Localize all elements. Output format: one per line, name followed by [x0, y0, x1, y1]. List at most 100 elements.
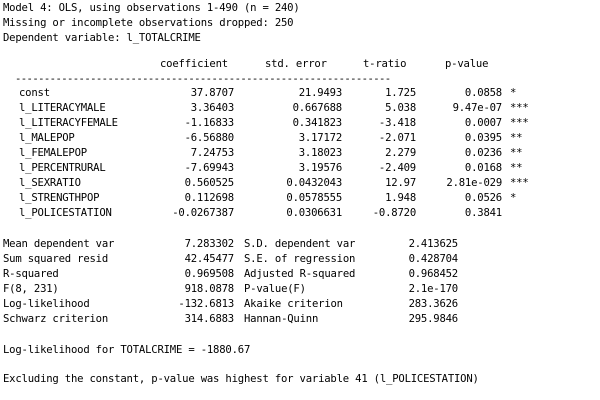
- column-header-std-error: std. error: [265, 58, 327, 70]
- stat-label: Adjusted R-squared: [244, 268, 356, 280]
- coefficient-row: l_PERCENTRURAL -7.69943 3.19576 -2.409 0.016…: [0, 161, 600, 176]
- coefficient: 3.36403: [190, 102, 234, 114]
- stat-label: F(8, 231): [3, 283, 59, 295]
- stat-label: R-squared: [3, 268, 59, 280]
- stat-value: 314.6883: [184, 313, 235, 325]
- stat-value: 7.283302: [184, 238, 235, 250]
- coefficient-row: l_STRENGTHPOP 0.112698 0.0578555 1.948 0.052…: [0, 191, 600, 206]
- stat-label: Hannan-Quinn: [244, 313, 319, 325]
- stat-label: Sum squared resid: [3, 253, 109, 265]
- std-error: 21.9493: [298, 87, 342, 99]
- p-value: 9.47e-07: [452, 102, 503, 114]
- coefficient-row: l_SEXRATIO 0.560525 0.0432043 12.97 2.81e-02…: [0, 176, 600, 191]
- coefficient-row: l_POLICESTATION -0.0267387 0.0306631 -0.872…: [0, 206, 600, 221]
- coefficient: -1.16833: [184, 117, 235, 129]
- dependent-variable-label: Dependent variable: l_TOTALCRIME: [3, 32, 201, 44]
- coefficient: -6.56880: [184, 132, 235, 144]
- column-header-p-value: p-value: [445, 58, 489, 70]
- variable-name: l_LITERACYMALE: [19, 102, 106, 114]
- stat-label: Mean dependent var: [3, 238, 115, 250]
- std-error: 0.0306631: [286, 207, 342, 219]
- column-headers: coefficient std. error t-ratio p-value: [0, 57, 600, 72]
- t-ratio: 1.725: [385, 87, 416, 99]
- t-ratio: -2.409: [378, 162, 416, 174]
- coefficient: 7.24753: [190, 147, 234, 159]
- t-ratio: 12.97: [385, 177, 416, 189]
- stat-value: 918.0878: [184, 283, 235, 295]
- stat-value: 0.969508: [184, 268, 235, 280]
- stat-label: Akaike criterion: [244, 298, 343, 310]
- t-ratio: 5.038: [385, 102, 416, 114]
- p-value: 0.0395: [464, 132, 502, 144]
- excluding-constant-note: Excluding the constant, p-value was high…: [3, 373, 479, 385]
- stat-value: 283.3626: [408, 298, 459, 310]
- significance: ***: [510, 102, 529, 114]
- significance: ***: [510, 177, 529, 189]
- statistic-row: R-squared 0.969508 Adjusted R-squared 0.968…: [0, 267, 600, 282]
- coefficient: 37.8707: [190, 87, 234, 99]
- missing-observations-note: Missing or incomplete observations dropp…: [3, 17, 294, 29]
- coefficient-row: const 37.8707 21.9493 1.725 0.0858 *: [0, 86, 600, 101]
- variable-name: l_FEMALEPOP: [19, 147, 87, 159]
- column-header-t-ratio: t-ratio: [363, 58, 407, 70]
- t-ratio: -3.418: [378, 117, 416, 129]
- significance: **: [510, 147, 523, 159]
- stat-value: 295.9846: [408, 313, 459, 325]
- coefficient-row: l_FEMALEPOP 7.24753 3.18023 2.279 0.0236 **: [0, 146, 600, 161]
- coefficient-row: l_LITERACYMALE 3.36403 0.667688 5.038 9.47e-…: [0, 101, 600, 116]
- stat-value: 42.45477: [184, 253, 235, 265]
- stat-value: -132.6813: [178, 298, 234, 310]
- std-error: 3.17172: [298, 132, 342, 144]
- significance: *: [510, 192, 517, 204]
- stat-value: 0.968452: [408, 268, 459, 280]
- std-error: 0.667688: [292, 102, 343, 114]
- stat-value: 2.1e-170: [408, 283, 459, 295]
- p-value: 0.0526: [464, 192, 502, 204]
- stat-label: Log-likelihood: [3, 298, 90, 310]
- stat-label: P-value(F): [244, 283, 306, 295]
- statistic-row: Mean dependent var 7.283302 S.D. dependent…: [0, 237, 600, 252]
- column-header-coefficient: coefficient: [160, 58, 228, 70]
- std-error: 0.341823: [292, 117, 343, 129]
- std-error: 3.19576: [298, 162, 342, 174]
- statistic-row: F(8, 231) 918.0878 P-value(F) 2.1e-170: [0, 282, 600, 297]
- statistic-row: Schwarz criterion 314.6883 Hannan-Quinn 295…: [0, 312, 600, 327]
- std-error: 0.0432043: [286, 177, 342, 189]
- loglik-total-line: Log-likelihood for TOTALCRIME = -1880.67: [3, 344, 251, 356]
- std-error: 0.0578555: [286, 192, 342, 204]
- p-value: 0.0168: [464, 162, 502, 174]
- variable-name: l_PERCENTRURAL: [19, 162, 106, 174]
- t-ratio: 1.948: [385, 192, 416, 204]
- t-ratio: 2.279: [385, 147, 416, 159]
- variable-name: l_SEXRATIO: [19, 177, 81, 189]
- p-value: 0.3841: [464, 207, 502, 219]
- variable-name: const: [19, 87, 50, 99]
- t-ratio: -0.8720: [372, 207, 416, 219]
- variable-name: l_MALEPOP: [19, 132, 75, 144]
- stat-value: 2.413625: [408, 238, 459, 250]
- std-error: 3.18023: [298, 147, 342, 159]
- coefficient-row: l_LITERACYFEMALE -1.16833 0.341823 -3.418 0.…: [0, 116, 600, 131]
- significance: **: [510, 162, 523, 174]
- significance: *: [510, 87, 517, 99]
- stat-label: S.E. of regression: [244, 253, 356, 265]
- coefficient-row: l_MALEPOP -6.56880 3.17172 -2.071 0.0395 **: [0, 131, 600, 146]
- stat-label: S.D. dependent var: [244, 238, 356, 250]
- stat-label: Schwarz criterion: [3, 313, 109, 325]
- statistic-row: Log-likelihood -132.6813 Akaike criterion 2…: [0, 297, 600, 312]
- variable-name: l_POLICESTATION: [19, 207, 112, 219]
- table-separator: ----------------------------------------…: [15, 73, 391, 85]
- t-ratio: -2.071: [378, 132, 416, 144]
- coefficient: 0.112698: [184, 192, 235, 204]
- variable-name: l_STRENGTHPOP: [19, 192, 100, 204]
- regression-output: Model 4: OLS, using observations 1-490 (…: [0, 0, 600, 400]
- stat-value: 0.428704: [408, 253, 459, 265]
- coefficient: -7.69943: [184, 162, 235, 174]
- coefficient: 0.560525: [184, 177, 235, 189]
- statistic-row: Sum squared resid 42.45477 S.E. of regress…: [0, 252, 600, 267]
- model-title: Model 4: OLS, using observations 1-490 (…: [3, 2, 300, 14]
- p-value: 2.81e-029: [446, 177, 502, 189]
- p-value: 0.0236: [464, 147, 502, 159]
- p-value: 0.0858: [464, 87, 502, 99]
- coefficient: -0.0267387: [172, 207, 234, 219]
